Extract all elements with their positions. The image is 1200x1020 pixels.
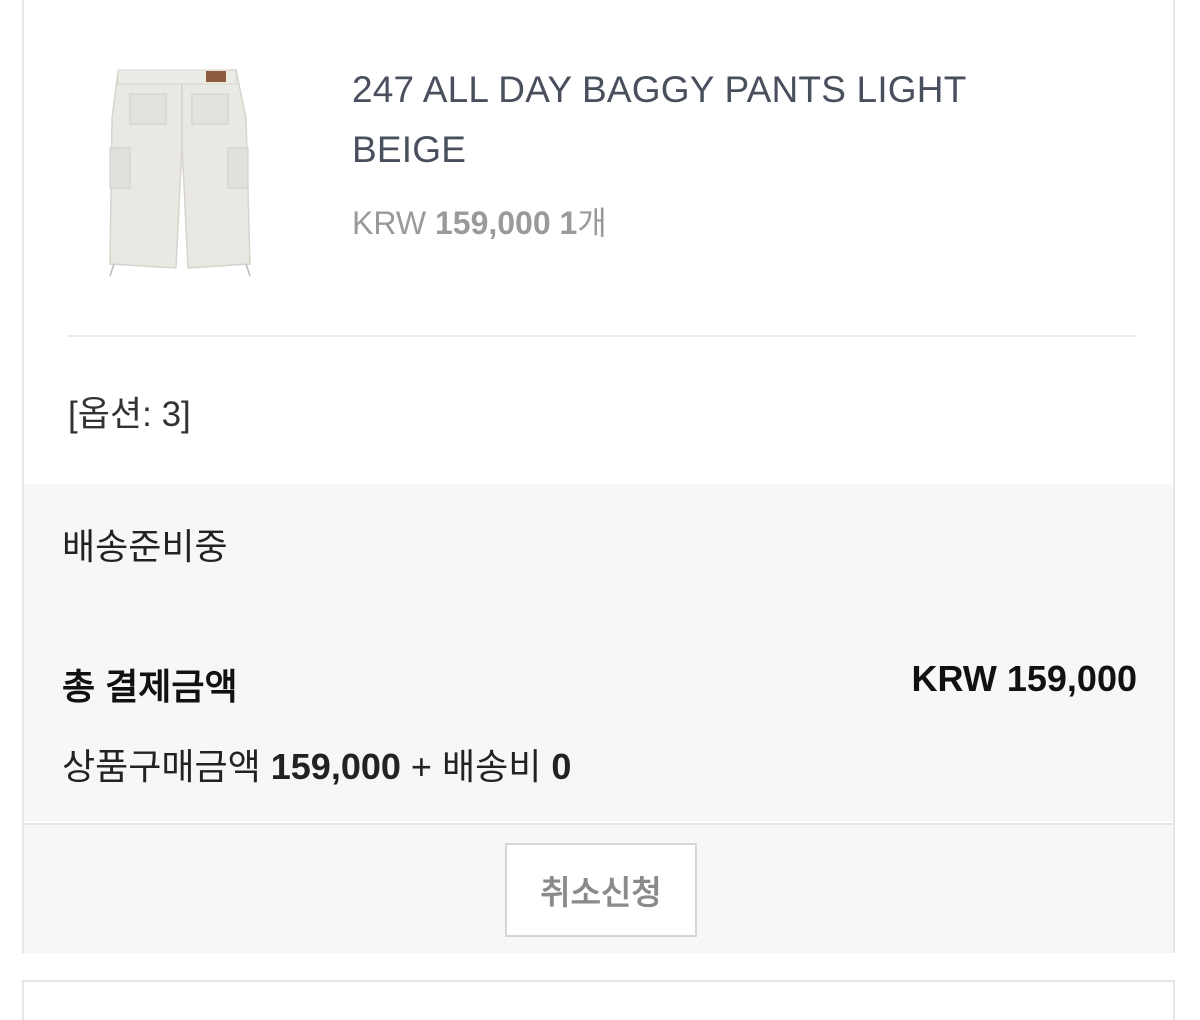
option-text: [옵션: 3] <box>68 395 191 434</box>
divider <box>68 335 1136 337</box>
order-card: 247 ALL DAY BAGGY PANTS LIGHT BEIGE KRW … <box>22 0 1175 953</box>
shipping-fee-value: 0 <box>551 746 572 787</box>
price-currency: KRW <box>352 205 427 241</box>
quantity-unit: 개 <box>577 205 607 241</box>
action-bar: 취소신청 <box>24 823 1173 953</box>
payment-breakdown: 상품구매금액 159,000 + 배송비 0 <box>62 738 571 790</box>
shipping-fee-label: 배송비 <box>441 746 542 787</box>
total-payment-value: KRW 159,000 <box>911 658 1137 699</box>
order-summary: 배송준비중 총 결제금액 KRW 159,000 상품구매금액 159,000 … <box>24 484 1173 821</box>
product-image[interactable] <box>96 58 266 286</box>
total-payment-label: 총 결제금액 <box>62 666 238 707</box>
order-status: 배송준비중 <box>62 526 228 567</box>
product-name[interactable]: 247 ALL DAY BAGGY PANTS LIGHT BEIGE <box>352 60 1052 180</box>
cancel-request-button[interactable]: 취소신청 <box>505 843 697 937</box>
quantity-value: 1 <box>559 205 578 241</box>
product-price: KRW 159,000 1개 <box>352 198 607 244</box>
plus-sign: + <box>410 746 432 787</box>
price-amount: 159,000 <box>434 205 551 241</box>
next-order-card <box>22 980 1175 1020</box>
product-amount-label: 상품구매금액 <box>62 746 261 787</box>
product-row[interactable]: 247 ALL DAY BAGGY PANTS LIGHT BEIGE KRW … <box>24 0 1173 336</box>
product-amount-value: 159,000 <box>270 746 401 787</box>
